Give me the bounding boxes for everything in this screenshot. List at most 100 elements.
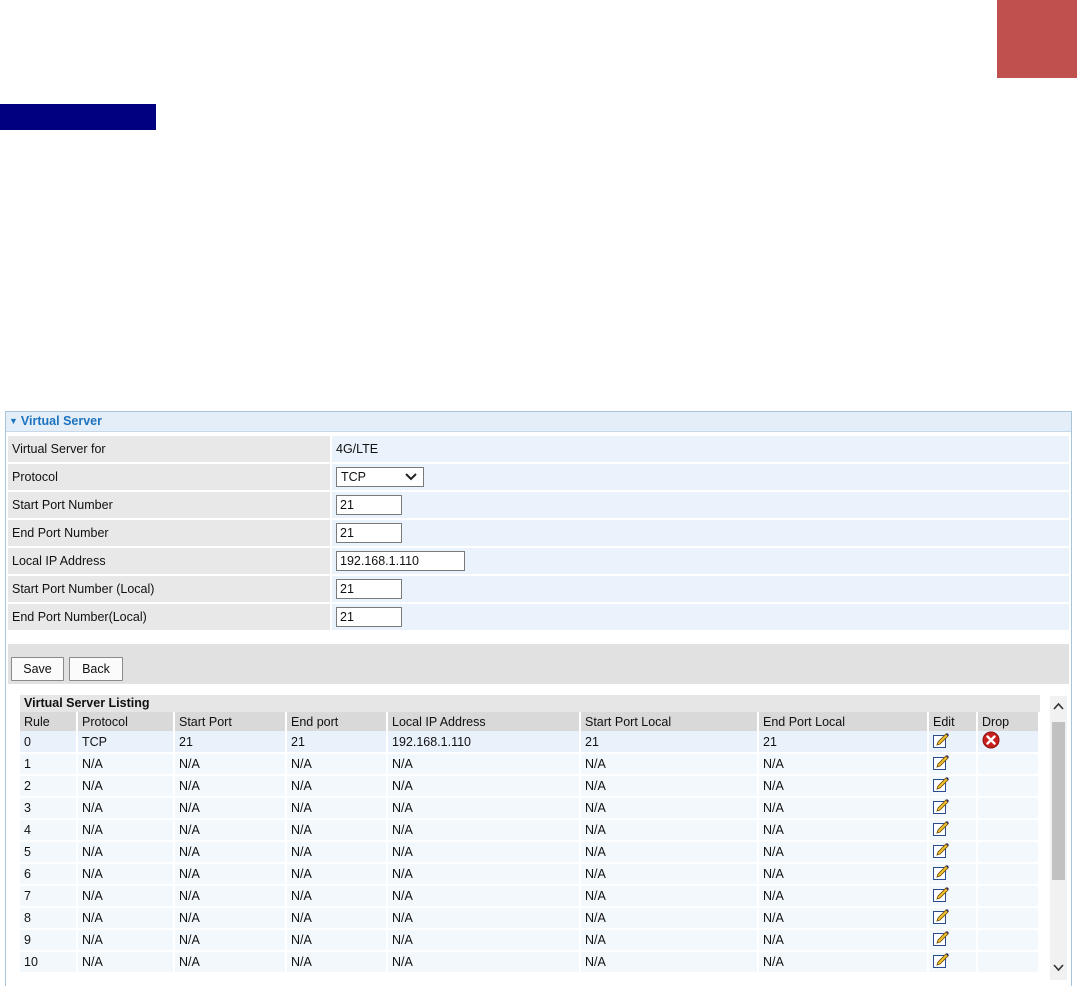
edit-pencil-icon[interactable]	[933, 908, 950, 928]
local-ip-input[interactable]: 192.168.1.110	[336, 551, 465, 571]
panel-title: Virtual Server	[20, 414, 102, 428]
cell-edit	[929, 908, 978, 930]
edit-pencil-icon[interactable]	[933, 864, 950, 884]
cell-end-port: N/A	[287, 886, 388, 908]
table-row: 3 N/A N/A N/A N/A N/A N/A	[20, 798, 1040, 820]
end-port-local-input[interactable]: 21	[336, 607, 402, 627]
end-port-input[interactable]: 21	[336, 523, 402, 543]
value-virtual-server-for: 4G/LTE	[330, 436, 1069, 462]
cell-end-local: N/A	[759, 798, 929, 820]
cell-local-ip: N/A	[388, 886, 581, 908]
save-button[interactable]: Save	[11, 657, 64, 681]
cell-start-local: N/A	[581, 842, 759, 864]
triangle-down-icon[interactable]: ▼	[9, 416, 18, 426]
cell-rule: 0	[20, 731, 78, 754]
cell-start-local: N/A	[581, 952, 759, 974]
listing-header-row: Rule Protocol Start Port End port Local …	[20, 712, 1040, 731]
edit-pencil-icon[interactable]	[933, 930, 950, 950]
edit-pencil-icon[interactable]	[933, 754, 950, 774]
scroll-down-icon[interactable]	[1053, 964, 1064, 972]
cell-protocol: N/A	[78, 842, 175, 864]
scroll-thumb[interactable]	[1052, 722, 1065, 880]
col-rule: Rule	[20, 712, 78, 731]
label-end-port: End Port Number	[8, 520, 330, 546]
start-port-local-input[interactable]: 21	[336, 579, 402, 599]
protocol-select-value: TCP	[341, 470, 366, 484]
form-row-start-port: Start Port Number 21	[8, 492, 1069, 518]
cell-edit	[929, 886, 978, 908]
cell-end-port: N/A	[287, 842, 388, 864]
cell-protocol: N/A	[78, 820, 175, 842]
delete-x-icon[interactable]	[982, 731, 1000, 752]
col-start-port-local: Start Port Local	[581, 712, 759, 731]
cell-protocol: TCP	[78, 731, 175, 754]
cell-local-ip: N/A	[388, 930, 581, 952]
cell-protocol: N/A	[78, 754, 175, 776]
edit-pencil-icon[interactable]	[933, 732, 950, 752]
cell-protocol: N/A	[78, 908, 175, 930]
cell-edit	[929, 754, 978, 776]
edit-pencil-icon[interactable]	[933, 842, 950, 862]
cell-start-local: N/A	[581, 930, 759, 952]
chevron-down-icon	[405, 473, 417, 481]
panel-header[interactable]: ▼ Virtual Server	[6, 412, 1071, 432]
start-port-input[interactable]: 21	[336, 495, 402, 515]
table-row: 4 N/A N/A N/A N/A N/A N/A	[20, 820, 1040, 842]
cell-drop	[978, 886, 1040, 908]
edit-pencil-icon[interactable]	[933, 820, 950, 840]
cell-end-local: N/A	[759, 776, 929, 798]
cell-start-port: N/A	[175, 842, 287, 864]
table-row: 5 N/A N/A N/A N/A N/A N/A	[20, 842, 1040, 864]
table-row: 8 N/A N/A N/A N/A N/A N/A	[20, 908, 1040, 930]
cell-local-ip: N/A	[388, 754, 581, 776]
cell-edit	[929, 930, 978, 952]
back-button[interactable]: Back	[69, 657, 123, 681]
edit-pencil-icon[interactable]	[933, 952, 950, 972]
cell-start-port: N/A	[175, 820, 287, 842]
table-row: 9 N/A N/A N/A N/A N/A N/A	[20, 930, 1040, 952]
cell-edit	[929, 798, 978, 820]
cell-end-port: N/A	[287, 776, 388, 798]
corner-decoration	[997, 0, 1077, 78]
col-start-port: Start Port	[175, 712, 287, 731]
cell-local-ip: N/A	[388, 842, 581, 864]
cell-start-port: N/A	[175, 952, 287, 974]
edit-pencil-icon[interactable]	[933, 776, 950, 796]
scroll-up-icon[interactable]	[1053, 702, 1064, 710]
form-row-interface: Virtual Server for 4G/LTE	[8, 436, 1069, 462]
cell-drop	[978, 754, 1040, 776]
cell-start-port: N/A	[175, 908, 287, 930]
cell-local-ip: 192.168.1.110	[388, 731, 581, 754]
edit-pencil-icon[interactable]	[933, 886, 950, 906]
table-row: 1 N/A N/A N/A N/A N/A N/A	[20, 754, 1040, 776]
edit-pencil-icon[interactable]	[933, 798, 950, 818]
cell-end-local: N/A	[759, 820, 929, 842]
table-row: 0 TCP 21 21 192.168.1.110 21 21	[20, 731, 1040, 754]
listing-table: Rule Protocol Start Port End port Local …	[20, 712, 1040, 974]
cell-end-port: 21	[287, 731, 388, 754]
cell-drop	[978, 908, 1040, 930]
label-protocol: Protocol	[8, 464, 330, 490]
cell-start-local: N/A	[581, 820, 759, 842]
listing-title: Virtual Server Listing	[20, 695, 1040, 712]
table-row: 6 N/A N/A N/A N/A N/A N/A	[20, 864, 1040, 886]
cell-drop	[978, 798, 1040, 820]
cell-drop	[978, 864, 1040, 886]
cell-protocol: N/A	[78, 864, 175, 886]
form-row-protocol: Protocol TCP	[8, 464, 1069, 490]
cell-start-local: N/A	[581, 754, 759, 776]
cell-drop	[978, 930, 1040, 952]
cell-rule: 1	[20, 754, 78, 776]
protocol-select[interactable]: TCP	[336, 467, 424, 487]
cell-start-port: N/A	[175, 798, 287, 820]
listing-scrollbar[interactable]	[1050, 696, 1067, 980]
virtual-server-listing: Virtual Server Listing Rule Protocol Sta…	[20, 695, 1040, 986]
cell-local-ip: N/A	[388, 820, 581, 842]
form-row-end-port-local: End Port Number(Local) 21	[8, 604, 1069, 630]
cell-end-port: N/A	[287, 908, 388, 930]
form-row-end-port: End Port Number 21	[8, 520, 1069, 546]
label-start-port: Start Port Number	[8, 492, 330, 518]
cell-local-ip: N/A	[388, 952, 581, 974]
cell-start-local: N/A	[581, 776, 759, 798]
cell-end-local: N/A	[759, 864, 929, 886]
